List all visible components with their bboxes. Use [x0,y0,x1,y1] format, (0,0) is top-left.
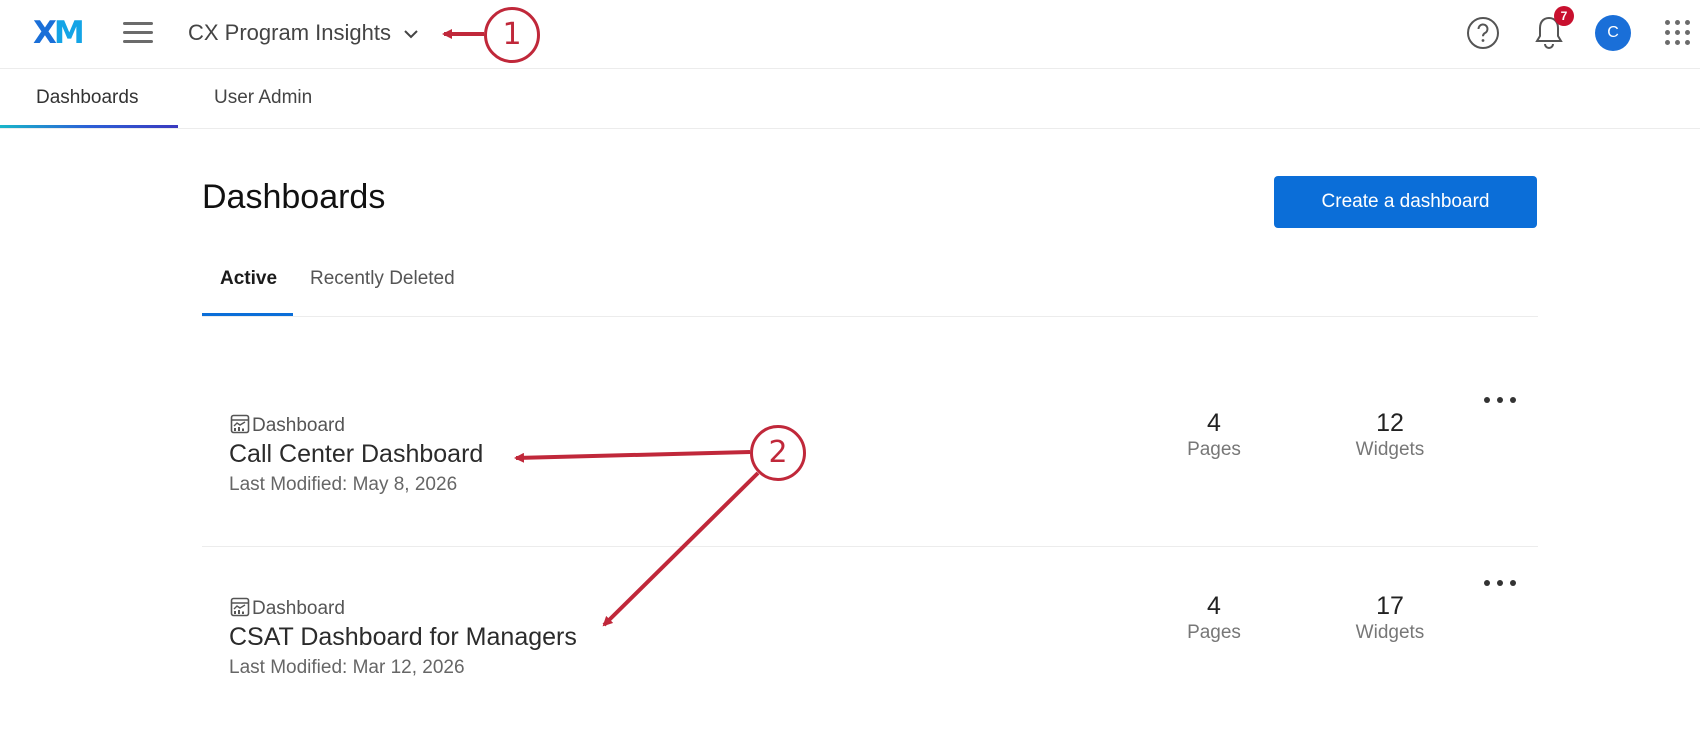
more-options-icon[interactable] [1480,577,1520,589]
avatar[interactable]: C [1595,15,1631,51]
active-nav-indicator [0,125,178,128]
notifications-button[interactable]: 7 [1532,6,1574,53]
widgets-count: 17 Widgets [1355,592,1425,643]
chevron-down-icon [404,30,418,39]
callout-2: 2 [750,425,806,481]
top-bar: XM CX Program Insights 7 C [0,0,1700,69]
pages-count: 4 Pages [1187,592,1241,643]
dashboard-type: Dashboard [230,597,345,620]
create-dashboard-button[interactable]: Create a dashboard [1274,176,1537,228]
dashboard-name[interactable]: Call Center Dashboard [229,440,483,469]
tab-recently-deleted[interactable]: Recently Deleted [310,268,455,290]
dashboard-row[interactable]: Dashboard Call Center Dashboard Last Mod… [202,364,1538,547]
page-title: Dashboards [202,178,386,216]
help-icon[interactable] [1466,16,1500,50]
dashboard-row[interactable]: Dashboard CSAT Dashboard for Managers La… [202,547,1538,729]
project-selector[interactable]: CX Program Insights [188,20,419,46]
widgets-count: 12 Widgets [1355,409,1425,460]
secondary-nav: Dashboards User Admin [0,69,1700,129]
nav-tab-dashboards[interactable]: Dashboards [36,87,138,109]
active-tab-indicator [202,313,293,316]
dashboard-tabs: Active Recently Deleted [202,262,1538,317]
callout-1: 1 [484,7,540,63]
dashboard-icon [230,414,250,434]
more-options-icon[interactable] [1480,394,1520,406]
pages-count: 4 Pages [1187,409,1241,460]
nav-tab-user-admin[interactable]: User Admin [214,87,312,109]
dashboard-name[interactable]: CSAT Dashboard for Managers [229,623,577,652]
apps-grid-icon[interactable] [1663,18,1693,48]
tab-active[interactable]: Active [220,268,277,290]
hamburger-icon[interactable] [123,20,155,46]
project-name: CX Program Insights [188,20,391,45]
last-modified: Last Modified: May 8, 2026 [229,474,458,495]
notification-badge: 7 [1554,6,1574,26]
last-modified: Last Modified: Mar 12, 2026 [229,657,465,678]
xm-logo[interactable]: XM [33,14,85,52]
dashboard-type: Dashboard [230,414,345,437]
dashboard-icon [230,597,250,617]
